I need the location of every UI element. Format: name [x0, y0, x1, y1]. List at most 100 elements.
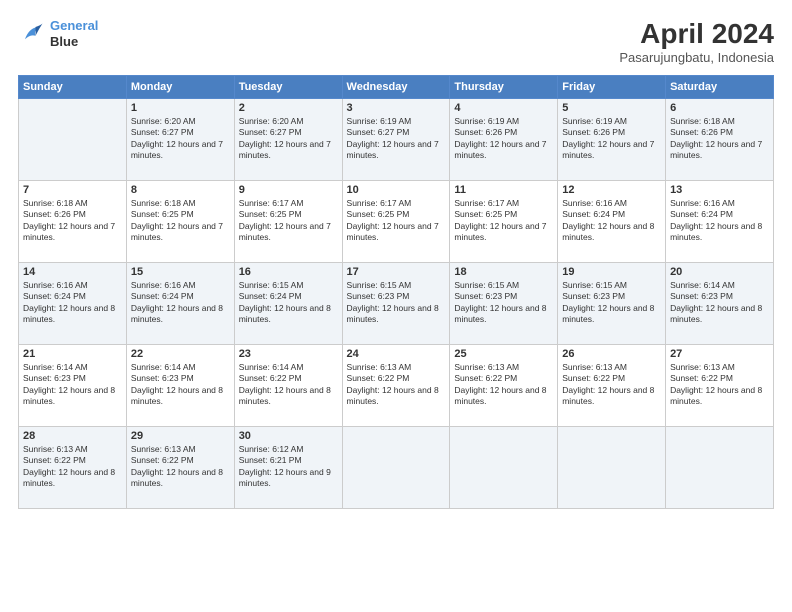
weekday-header: Wednesday — [342, 76, 450, 99]
calendar-cell: 21 Sunrise: 6:14 AMSunset: 6:23 PMDayligh… — [19, 345, 127, 427]
day-info: Sunrise: 6:17 AMSunset: 6:25 PMDaylight:… — [239, 198, 338, 244]
day-info: Sunrise: 6:15 AMSunset: 6:23 PMDaylight:… — [562, 280, 661, 326]
calendar-cell: 2 Sunrise: 6:20 AMSunset: 6:27 PMDaylight… — [234, 99, 342, 181]
day-number: 14 — [23, 266, 122, 278]
calendar-week-row: 7 Sunrise: 6:18 AMSunset: 6:26 PMDaylight… — [19, 181, 774, 263]
calendar-cell: 13 Sunrise: 6:16 AMSunset: 6:24 PMDayligh… — [666, 181, 774, 263]
calendar-cell: 16 Sunrise: 6:15 AMSunset: 6:24 PMDayligh… — [234, 263, 342, 345]
day-number: 23 — [239, 348, 338, 360]
calendar-cell: 28 Sunrise: 6:13 AMSunset: 6:22 PMDayligh… — [19, 427, 127, 509]
calendar-cell: 3 Sunrise: 6:19 AMSunset: 6:27 PMDaylight… — [342, 99, 450, 181]
day-number: 29 — [131, 430, 230, 442]
day-info: Sunrise: 6:12 AMSunset: 6:21 PMDaylight:… — [239, 444, 338, 490]
calendar-cell: 30 Sunrise: 6:12 AMSunset: 6:21 PMDayligh… — [234, 427, 342, 509]
calendar-cell: 6 Sunrise: 6:18 AMSunset: 6:26 PMDaylight… — [666, 99, 774, 181]
weekday-header: Tuesday — [234, 76, 342, 99]
day-info: Sunrise: 6:15 AMSunset: 6:23 PMDaylight:… — [454, 280, 553, 326]
day-info: Sunrise: 6:14 AMSunset: 6:22 PMDaylight:… — [239, 362, 338, 408]
calendar-cell: 23 Sunrise: 6:14 AMSunset: 6:22 PMDayligh… — [234, 345, 342, 427]
day-info: Sunrise: 6:14 AMSunset: 6:23 PMDaylight:… — [23, 362, 122, 408]
calendar-cell: 7 Sunrise: 6:18 AMSunset: 6:26 PMDaylight… — [19, 181, 127, 263]
location: Pasarujungbatu, Indonesia — [619, 50, 774, 65]
day-info: Sunrise: 6:18 AMSunset: 6:25 PMDaylight:… — [131, 198, 230, 244]
page: General Blue April 2024 Pasarujungbatu, … — [0, 0, 792, 612]
calendar: SundayMondayTuesdayWednesdayThursdayFrid… — [18, 75, 774, 509]
calendar-cell: 8 Sunrise: 6:18 AMSunset: 6:25 PMDaylight… — [126, 181, 234, 263]
day-info: Sunrise: 6:16 AMSunset: 6:24 PMDaylight:… — [23, 280, 122, 326]
day-info: Sunrise: 6:16 AMSunset: 6:24 PMDaylight:… — [670, 198, 769, 244]
header: General Blue April 2024 Pasarujungbatu, … — [18, 18, 774, 65]
weekday-header-row: SundayMondayTuesdayWednesdayThursdayFrid… — [19, 76, 774, 99]
day-number: 25 — [454, 348, 553, 360]
day-number: 10 — [347, 184, 446, 196]
calendar-cell: 15Sunrise: 6:16 AMSunset: 6:24 PMDayligh… — [126, 263, 234, 345]
day-info: Sunrise: 6:18 AMSunset: 6:26 PMDaylight:… — [23, 198, 122, 244]
calendar-week-row: 28 Sunrise: 6:13 AMSunset: 6:22 PMDayligh… — [19, 427, 774, 509]
day-number: 26 — [562, 348, 661, 360]
day-number: 27 — [670, 348, 769, 360]
day-info: Sunrise: 6:14 AMSunset: 6:23 PMDaylight:… — [131, 362, 230, 408]
day-info: Sunrise: 6:18 AMSunset: 6:26 PMDaylight:… — [670, 116, 769, 162]
day-number: 6 — [670, 102, 769, 114]
day-number: 16 — [239, 266, 338, 278]
day-info: Sunrise: 6:20 AMSunset: 6:27 PMDaylight:… — [131, 116, 230, 162]
calendar-cell — [666, 427, 774, 509]
calendar-cell: 17 Sunrise: 6:15 AMSunset: 6:23 PMDayligh… — [342, 263, 450, 345]
day-number: 1 — [131, 102, 230, 114]
day-number: 20 — [670, 266, 769, 278]
calendar-cell: 4Sunrise: 6:19 AMSunset: 6:26 PMDaylight… — [450, 99, 558, 181]
calendar-cell — [19, 99, 127, 181]
day-info: Sunrise: 6:16 AMSunset: 6:24 PMDaylight:… — [131, 280, 230, 326]
day-info: Sunrise: 6:13 AMSunset: 6:22 PMDaylight:… — [347, 362, 446, 408]
day-number: 8 — [131, 184, 230, 196]
day-info: Sunrise: 6:14 AMSunset: 6:23 PMDaylight:… — [670, 280, 769, 326]
logo-text: General Blue — [50, 18, 98, 49]
day-info: Sunrise: 6:13 AMSunset: 6:22 PMDaylight:… — [454, 362, 553, 408]
logo: General Blue — [18, 18, 98, 49]
day-number: 12 — [562, 184, 661, 196]
calendar-cell — [450, 427, 558, 509]
day-number: 28 — [23, 430, 122, 442]
day-info: Sunrise: 6:13 AMSunset: 6:22 PMDaylight:… — [23, 444, 122, 490]
weekday-header: Friday — [558, 76, 666, 99]
day-info: Sunrise: 6:17 AMSunset: 6:25 PMDaylight:… — [454, 198, 553, 244]
calendar-cell: 18 Sunrise: 6:15 AMSunset: 6:23 PMDayligh… — [450, 263, 558, 345]
month-title: April 2024 — [619, 18, 774, 50]
calendar-cell — [342, 427, 450, 509]
calendar-week-row: 21 Sunrise: 6:14 AMSunset: 6:23 PMDayligh… — [19, 345, 774, 427]
day-info: Sunrise: 6:13 AMSunset: 6:22 PMDaylight:… — [131, 444, 230, 490]
calendar-cell: 5Sunrise: 6:19 AMSunset: 6:26 PMDaylight… — [558, 99, 666, 181]
calendar-cell — [558, 427, 666, 509]
day-number: 2 — [239, 102, 338, 114]
day-number: 18 — [454, 266, 553, 278]
day-info: Sunrise: 6:20 AMSunset: 6:27 PMDaylight:… — [239, 116, 338, 162]
day-info: Sunrise: 6:13 AMSunset: 6:22 PMDaylight:… — [562, 362, 661, 408]
day-number: 19 — [562, 266, 661, 278]
calendar-cell: 29 Sunrise: 6:13 AMSunset: 6:22 PMDayligh… — [126, 427, 234, 509]
calendar-cell: 9 Sunrise: 6:17 AMSunset: 6:25 PMDaylight… — [234, 181, 342, 263]
calendar-cell: 1 Sunrise: 6:20 AMSunset: 6:27 PMDaylight… — [126, 99, 234, 181]
day-info: Sunrise: 6:13 AMSunset: 6:22 PMDaylight:… — [670, 362, 769, 408]
day-number: 9 — [239, 184, 338, 196]
calendar-cell: 22Sunrise: 6:14 AMSunset: 6:23 PMDayligh… — [126, 345, 234, 427]
day-number: 21 — [23, 348, 122, 360]
day-info: Sunrise: 6:15 AMSunset: 6:24 PMDaylight:… — [239, 280, 338, 326]
day-info: Sunrise: 6:19 AMSunset: 6:26 PMDaylight:… — [562, 116, 661, 162]
calendar-cell: 27 Sunrise: 6:13 AMSunset: 6:22 PMDayligh… — [666, 345, 774, 427]
day-number: 30 — [239, 430, 338, 442]
day-info: Sunrise: 6:19 AMSunset: 6:27 PMDaylight:… — [347, 116, 446, 162]
weekday-header: Saturday — [666, 76, 774, 99]
day-number: 24 — [347, 348, 446, 360]
day-number: 13 — [670, 184, 769, 196]
weekday-header: Sunday — [19, 76, 127, 99]
weekday-header: Thursday — [450, 76, 558, 99]
day-info: Sunrise: 6:17 AMSunset: 6:25 PMDaylight:… — [347, 198, 446, 244]
day-number: 17 — [347, 266, 446, 278]
calendar-cell: 10 Sunrise: 6:17 AMSunset: 6:25 PMDayligh… — [342, 181, 450, 263]
day-info: Sunrise: 6:15 AMSunset: 6:23 PMDaylight:… — [347, 280, 446, 326]
calendar-week-row: 14 Sunrise: 6:16 AMSunset: 6:24 PMDayligh… — [19, 263, 774, 345]
calendar-cell: 14 Sunrise: 6:16 AMSunset: 6:24 PMDayligh… — [19, 263, 127, 345]
calendar-week-row: 1 Sunrise: 6:20 AMSunset: 6:27 PMDaylight… — [19, 99, 774, 181]
day-number: 7 — [23, 184, 122, 196]
day-number: 3 — [347, 102, 446, 114]
